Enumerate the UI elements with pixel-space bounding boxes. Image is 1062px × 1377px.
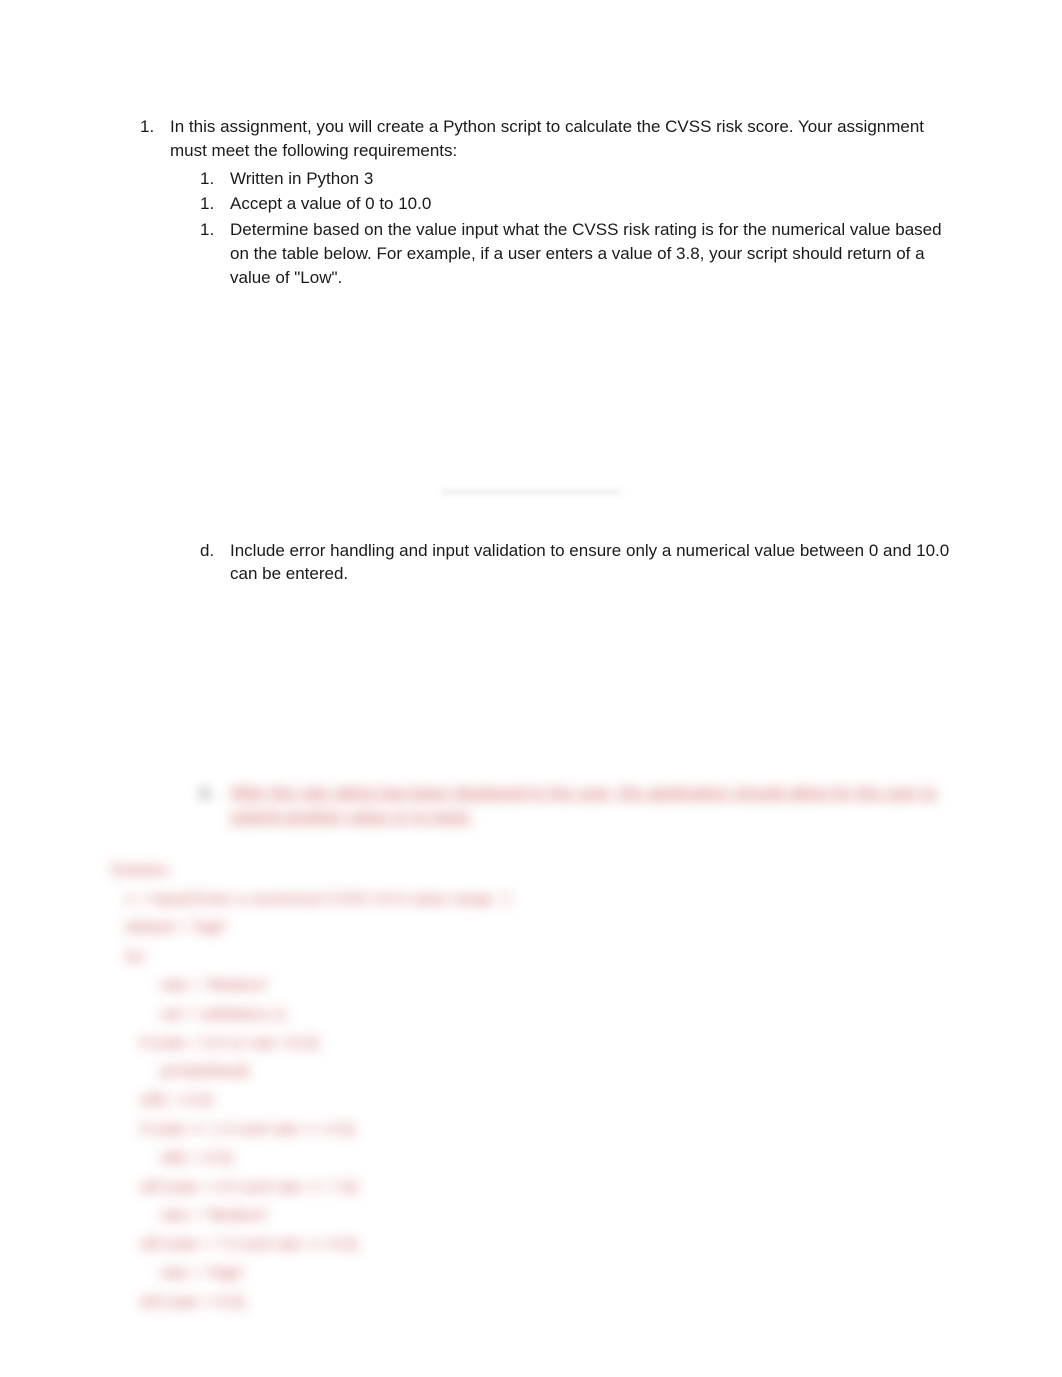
code-line: rate = 'Medium' — [110, 972, 962, 1001]
section-d-item: Include error handling and input validat… — [200, 539, 962, 587]
code-line: print(default) — [110, 1058, 962, 1087]
assignment-list: In this assignment, you will create a Py… — [100, 115, 962, 290]
section-d-list: Include error handling and input validat… — [100, 539, 962, 587]
code-line: Solution: — [110, 857, 962, 886]
blurred-table-placeholder — [441, 490, 621, 494]
code-line: rate = 'High' — [110, 1260, 962, 1289]
code-line: elif( = 0.0): — [110, 1087, 962, 1116]
req-text-1: Written in Python 3 — [230, 169, 373, 188]
section-d-text: Include error handling and input validat… — [230, 541, 949, 584]
blurred-content-region: After the rule rating has been displayed… — [100, 781, 962, 1317]
main-list-item: In this assignment, you will create a Py… — [140, 115, 962, 290]
code-line: if (rate >= 1.0 and rate <= 4.0): — [110, 1116, 962, 1145]
req-item-2: Accept a value of 0 to 10.0 — [200, 192, 962, 216]
code-line: elif (rate > 7.0 and rate <= 9.0): — [110, 1231, 962, 1260]
req-item-3: Determine based on the value input what … — [200, 218, 962, 289]
code-line: val = validate(x,1) — [110, 1001, 962, 1030]
req-item-1: Written in Python 3 — [200, 167, 962, 191]
req-text-3: Determine based on the value input what … — [230, 220, 942, 287]
solution-code-block: Solution: x = input('Enter a numerical C… — [100, 857, 962, 1318]
code-line: default = 'high' — [110, 914, 962, 943]
code-line: elif (rate > 9.0): — [110, 1289, 962, 1318]
section-e-list: After the rule rating has been displayed… — [100, 781, 962, 829]
code-line: elif (rate > 4.0 and rate <= 7.0): — [110, 1174, 962, 1203]
section-e-item: After the rule rating has been displayed… — [200, 781, 962, 829]
section-e-text: After the rule rating has been displayed… — [230, 783, 937, 826]
code-line: if (rate = 0.0 or rate <0.0): — [110, 1030, 962, 1059]
code-line: rate = 'Medium' — [110, 1202, 962, 1231]
req-text-2: Accept a value of 0 to 10.0 — [230, 194, 431, 213]
code-line: try: — [110, 943, 962, 972]
code-line: x = input('Enter a numerical CVSS V3.0 v… — [110, 886, 962, 915]
requirements-sublist: Written in Python 3 Accept a value of 0 … — [170, 167, 962, 290]
code-line: elif( = 0.0): — [110, 1145, 962, 1174]
main-intro-text: In this assignment, you will create a Py… — [170, 117, 924, 160]
